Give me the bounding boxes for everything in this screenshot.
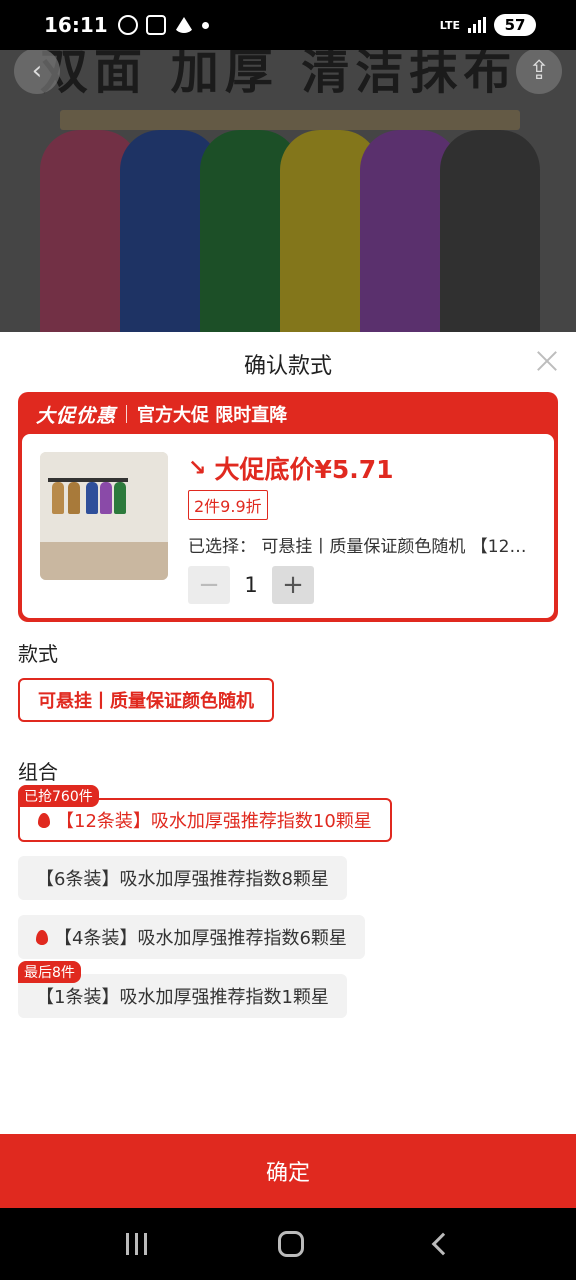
- more-notifications-icon: [201, 21, 209, 29]
- price-down-icon: ↘: [188, 455, 207, 481]
- divider: [126, 405, 128, 423]
- promo-header: 大促优惠 官方大促 限时直降: [22, 396, 554, 432]
- confirm-style-sheet: 确认款式 大促优惠 官方大促 限时直降 ↘ 大促底价¥5.71 2件9.9折 已…: [0, 332, 576, 1134]
- promo-brand: 大促优惠: [36, 404, 117, 427]
- combo-option-label: 【12条装】吸水加厚强推荐指数10颗星: [56, 811, 372, 832]
- notification-icons: [117, 15, 209, 35]
- status-bar: 16:11 LTE 57: [0, 0, 576, 50]
- promo-price: 大促底价¥5.71: [214, 455, 394, 484]
- confirm-button[interactable]: 确定: [0, 1134, 576, 1208]
- close-icon[interactable]: [534, 348, 560, 374]
- network-type: LTE: [439, 18, 460, 32]
- system-nav-bar: [0, 1208, 576, 1280]
- promo-subtitle: 官方大促 限时直降: [137, 405, 288, 426]
- promo-card: 大促优惠 官方大促 限时直降 ↘ 大促底价¥5.71 2件9.9折 已选择： 可…: [18, 392, 558, 622]
- dim-overlay[interactable]: [0, 50, 576, 332]
- style-option-label: 可悬挂丨质量保证颜色随机: [38, 691, 254, 712]
- status-time: 16:11: [44, 13, 108, 37]
- sheet-title: 确认款式: [243, 354, 332, 379]
- recent-apps-icon[interactable]: [125, 1233, 147, 1255]
- home-icon[interactable]: [277, 1231, 304, 1257]
- combo-option-label: 【6条装】吸水加厚强推荐指数8颗星: [36, 869, 329, 890]
- stock-badge: 最后8件: [18, 961, 81, 983]
- fire-icon: [38, 812, 50, 828]
- sold-count-badge: 已抢760件: [18, 785, 99, 807]
- scan-icon: [145, 15, 166, 35]
- whatsapp-icon: [117, 15, 138, 35]
- telegram-icon: [173, 17, 194, 33]
- share-icon[interactable]: ⇪: [516, 48, 562, 94]
- product-summary: ↘ 大促底价¥5.71 2件9.9折 已选择： 可悬挂丨质量保证颜色随机 【12…: [22, 434, 554, 618]
- decrease-button[interactable]: −: [188, 566, 230, 604]
- quantity-value[interactable]: 1: [230, 573, 272, 597]
- increase-button[interactable]: +: [272, 566, 314, 604]
- style-section-label: 款式: [18, 642, 58, 666]
- selected-variant-text: 已选择： 可悬挂丨质量保证颜色随机 【12条装】吸水加厚强推荐指数10颗星: [188, 537, 538, 557]
- back-nav-icon[interactable]: [431, 1232, 454, 1256]
- signal-icon: [468, 17, 486, 33]
- price-row: ↘ 大促底价¥5.71: [188, 450, 394, 486]
- discount-badge: 2件9.9折: [188, 490, 268, 520]
- combo-option-6[interactable]: 【6条装】吸水加厚强推荐指数8颗星: [18, 856, 347, 900]
- battery-level: 57: [504, 16, 526, 34]
- back-icon[interactable]: ‹: [14, 48, 60, 94]
- style-option[interactable]: 可悬挂丨质量保证颜色随机: [18, 678, 274, 722]
- product-image-backdrop: 双面 加厚 清洁抹布: [0, 50, 576, 332]
- fire-icon: [36, 929, 48, 945]
- product-thumbnail[interactable]: [40, 452, 168, 580]
- quantity-stepper: − 1 +: [188, 566, 314, 604]
- combo-option-label: 【1条装】吸水加厚强推荐指数1颗星: [36, 987, 329, 1008]
- combo-section-label: 组合: [18, 760, 58, 784]
- combo-option-4[interactable]: 【4条装】吸水加厚强推荐指数6颗星: [18, 915, 365, 959]
- combo-option-label: 【4条装】吸水加厚强推荐指数6颗星: [54, 928, 347, 949]
- battery-icon: 57: [494, 14, 536, 36]
